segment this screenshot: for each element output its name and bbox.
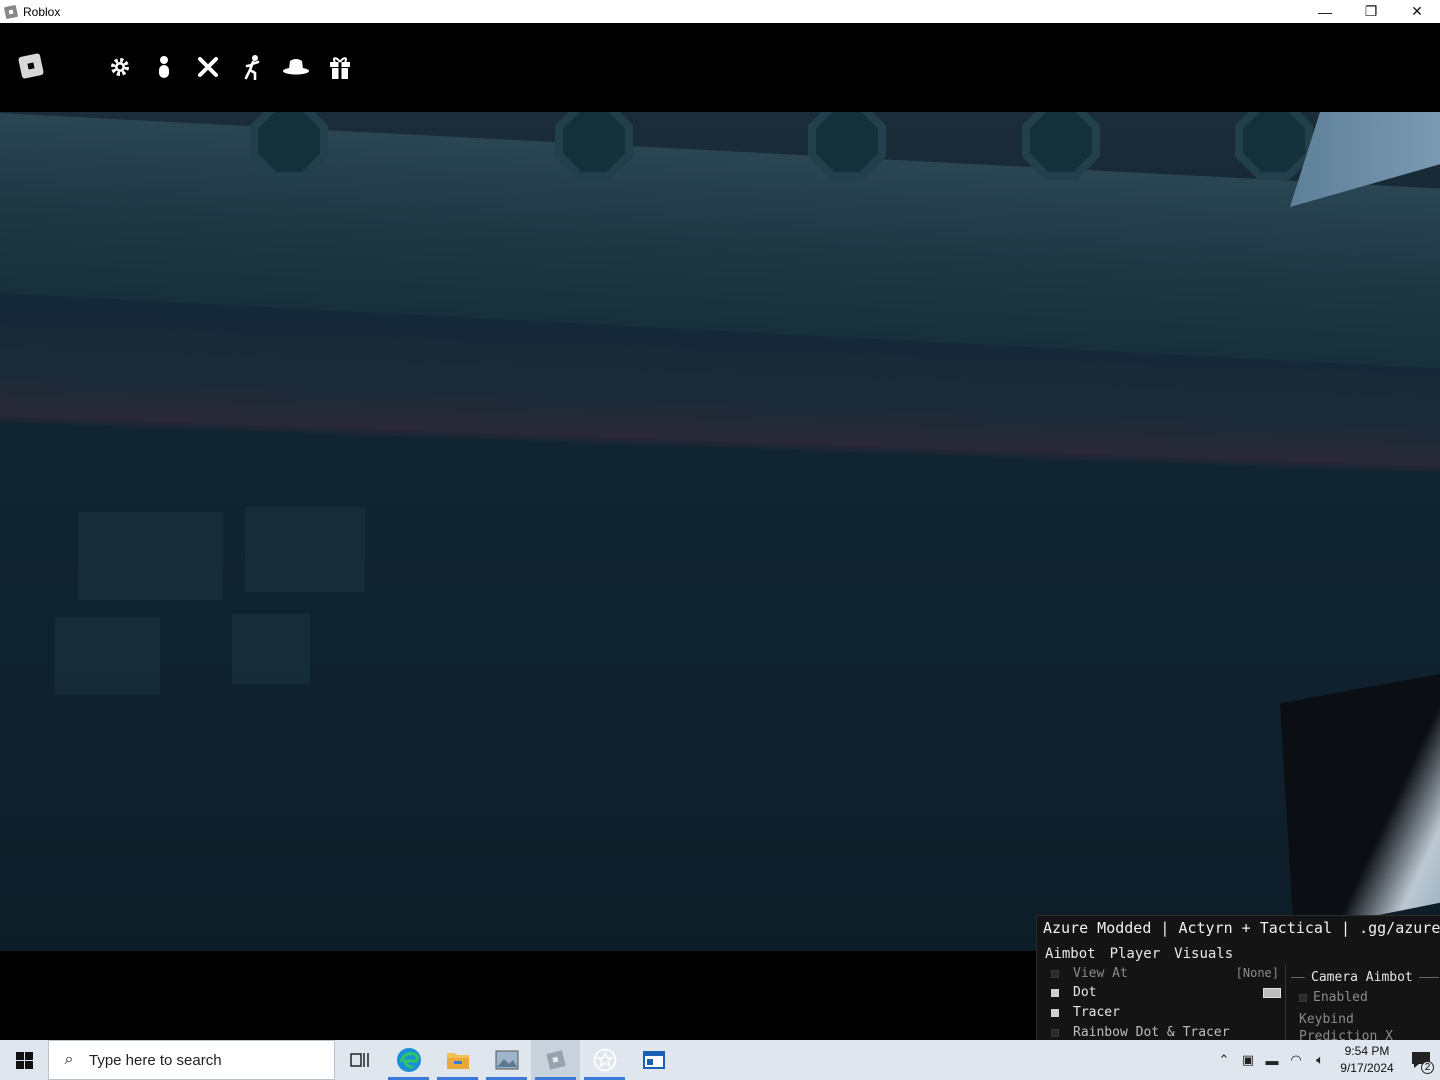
show-hidden-icons-button[interactable]: ⌃: [1212, 1040, 1236, 1080]
checkbox[interactable]: [1051, 1008, 1059, 1017]
camera-icon: ▣: [1241, 1052, 1255, 1067]
battery-button[interactable]: ▬: [1260, 1040, 1284, 1080]
window-title: Roblox: [23, 4, 61, 19]
search-box[interactable]: ⌕ Type here to search: [48, 1040, 335, 1080]
swords-button[interactable]: [194, 53, 222, 81]
swords-icon: [198, 57, 218, 77]
menu-title: Azure Modded | Actyrn + Tactical | .gg/a…: [1043, 919, 1440, 937]
roblox-topbar: [0, 23, 1440, 112]
search-placeholder: Type here to search: [89, 1051, 222, 1069]
search-icon: ⌕: [64, 1051, 74, 1068]
emote-button[interactable]: [238, 53, 266, 81]
player-icon: [159, 56, 169, 78]
option-enabled[interactable]: Enabled: [1299, 990, 1368, 1005]
edge-icon: [396, 1048, 421, 1072]
close-button[interactable]: ✕: [1394, 0, 1440, 23]
notifications-button[interactable]: 2: [1402, 1040, 1440, 1080]
hat-button[interactable]: [282, 53, 310, 81]
option-label: Dot: [1073, 985, 1097, 1000]
color-picker[interactable]: [1263, 988, 1281, 998]
scene-block: [78, 512, 223, 600]
task-view-icon: [349, 1053, 369, 1067]
restore-button[interactable]: ❐: [1348, 0, 1394, 23]
photos-button[interactable]: [482, 1040, 531, 1080]
section-title: Camera Aimbot: [1291, 970, 1439, 985]
script-menu[interactable]: Azure Modded | Actyrn + Tactical | .gg/a…: [1036, 915, 1440, 1040]
checkbox[interactable]: [1051, 988, 1059, 997]
volume-button[interactable]: 🔈︎: [1308, 1040, 1332, 1080]
window-app-button[interactable]: [629, 1040, 678, 1080]
meet-now-button[interactable]: ▣: [1236, 1040, 1260, 1080]
network-button[interactable]: ◠: [1284, 1040, 1308, 1080]
settings-icon: [111, 58, 129, 76]
option-label: Tracer: [1073, 1005, 1120, 1020]
system-tray: ⌃ ▣ ▬ ◠ 🔈︎ 9:54 PM 9/17/2024 2: [1212, 1040, 1440, 1080]
edge-button[interactable]: [384, 1040, 433, 1080]
clock-date: 9/17/2024: [1340, 1061, 1394, 1075]
menu-tabs: Aimbot Player Visuals: [1045, 946, 1233, 962]
network-icon: ◠: [1290, 1052, 1302, 1067]
clock-time: 9:54 PM: [1344, 1044, 1390, 1058]
settings-button[interactable]: [106, 53, 134, 81]
game-viewport[interactable]: [0, 112, 1440, 951]
file-explorer-icon: [446, 1053, 469, 1069]
speaker-icon: 🔈︎: [1316, 1052, 1324, 1067]
start-button[interactable]: [0, 1040, 48, 1080]
menu-divider: [1285, 964, 1286, 1040]
roblox-app-icon: [3, 4, 19, 19]
file-explorer-button[interactable]: [433, 1040, 482, 1080]
notification-count: 2: [1421, 1061, 1434, 1074]
roblox-taskbar-button[interactable]: [531, 1040, 580, 1080]
star-app-icon: [593, 1048, 616, 1072]
option-tracer[interactable]: Tracer: [1051, 1005, 1120, 1020]
option-label: Rainbow Dot & Tracer: [1073, 1025, 1230, 1040]
tab-visuals[interactable]: Visuals: [1174, 946, 1233, 962]
scene-pipe: [1235, 112, 1313, 180]
battery-icon: ▬: [1265, 1052, 1279, 1068]
keybind-label[interactable]: Keybind: [1299, 1012, 1354, 1027]
checkbox[interactable]: [1051, 1028, 1059, 1037]
option-rainbow[interactable]: Rainbow Dot & Tracer: [1051, 1025, 1230, 1040]
gift-icon: [330, 57, 350, 79]
clock[interactable]: 9:54 PM 9/17/2024: [1332, 1043, 1402, 1077]
task-view-button[interactable]: [335, 1040, 384, 1080]
roblox-icon: [545, 1050, 566, 1070]
minimize-button[interactable]: —: [1302, 0, 1348, 23]
window-titlebar: Roblox — ❐ ✕: [0, 0, 1440, 23]
option-label: View At: [1073, 966, 1128, 981]
menu-right-panel: Camera Aimbot Enabled Keybind Prediction…: [1291, 968, 1440, 1040]
tab-aimbot[interactable]: Aimbot: [1045, 946, 1096, 962]
section-title-text: Camera Aimbot: [1311, 970, 1413, 985]
keybind-value[interactable]: [None]: [1236, 966, 1279, 980]
gift-button[interactable]: [326, 53, 354, 81]
option-view-at[interactable]: View At [None]: [1051, 966, 1287, 981]
emote-icon: [244, 55, 260, 80]
photos-icon: [495, 1050, 518, 1070]
hat-icon: [283, 59, 309, 75]
tab-player[interactable]: Player: [1110, 946, 1161, 962]
player-button[interactable]: [150, 53, 178, 81]
chevron-up-icon: ⌃: [1218, 1052, 1230, 1067]
window-app-icon: [642, 1051, 665, 1069]
option-label: Enabled: [1313, 990, 1368, 1005]
prediction-label[interactable]: Prediction X: [1299, 1029, 1393, 1040]
menu-left-panel: View At [None] Dot Tracer Rainbow Dot & …: [1051, 964, 1287, 1040]
restore-icon: ❐: [1364, 3, 1378, 19]
scene-block: [232, 614, 310, 684]
option-dot[interactable]: Dot: [1051, 985, 1287, 1000]
close-icon: ✕: [1411, 3, 1423, 19]
windows-icon: [15, 1051, 33, 1069]
minimize-icon: —: [1318, 3, 1332, 20]
star-app-button[interactable]: [580, 1040, 629, 1080]
scene-block: [55, 617, 160, 695]
scene-block: [245, 507, 365, 592]
scene-ship: [1280, 672, 1440, 932]
checkbox[interactable]: [1051, 969, 1059, 978]
taskbar: ⌕ Type here to search ⌃ ▣ ▬ ◠ 🔈︎ 9:54 PM…: [0, 1040, 1440, 1080]
checkbox[interactable]: [1299, 993, 1307, 1002]
roblox-menu-button[interactable]: [17, 52, 45, 80]
